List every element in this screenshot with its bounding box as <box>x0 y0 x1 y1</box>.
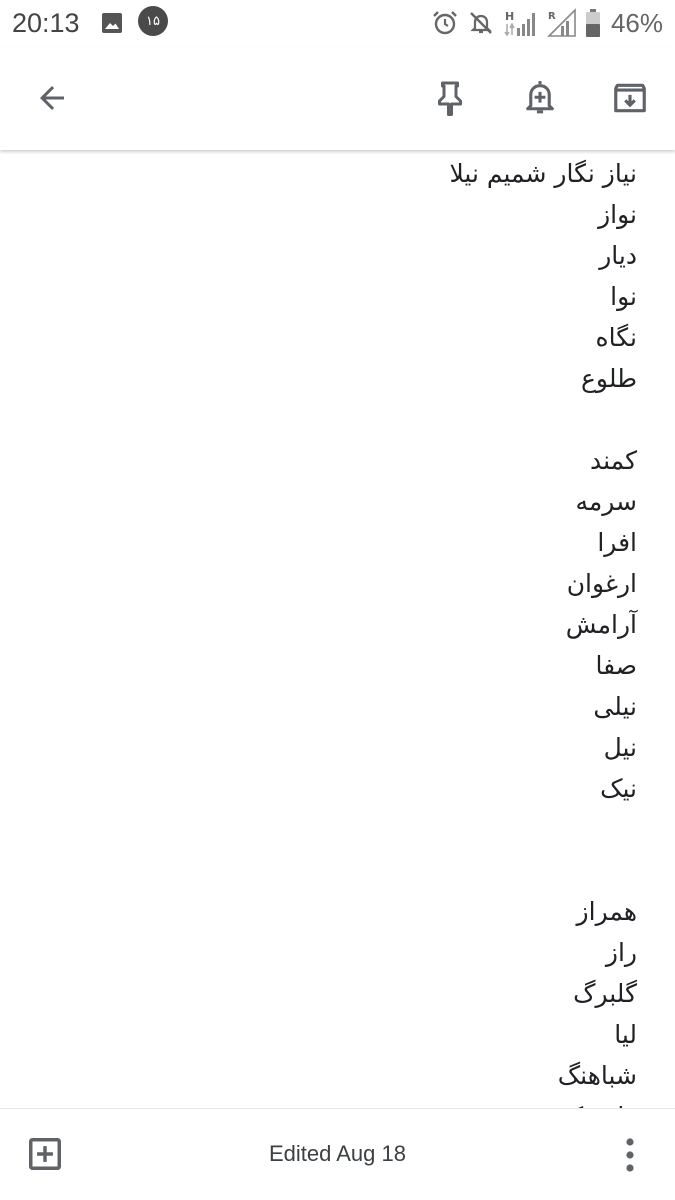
archive-icon <box>614 83 646 113</box>
note-line[interactable]: کمند <box>37 440 637 481</box>
note-content-area[interactable]: نیاز نگار شمیم نیلا نواز دیار نوا نگاه طلوع کم… <box>0 150 675 1108</box>
note-line[interactable]: نیل <box>37 727 637 768</box>
note-line[interactable]: گلبرگ <box>37 973 637 1014</box>
edited-timestamp: Edited Aug 18 <box>268 1141 406 1166</box>
notifications-off-icon <box>470 12 492 34</box>
note-line[interactable]: ارغوان <box>37 563 637 604</box>
reminder-icon <box>526 81 554 114</box>
arrow-back-icon <box>40 86 64 110</box>
note-line[interactable]: نیک <box>37 768 637 809</box>
svg-text:R: R <box>548 11 556 22</box>
note-line[interactable]: طلوع <box>37 358 637 399</box>
note-line[interactable]: نواز <box>37 194 637 235</box>
note-line[interactable]: آرامش <box>37 604 637 645</box>
alarm-icon <box>433 11 457 35</box>
signal-r-icon: R <box>547 8 576 37</box>
back-button[interactable] <box>28 74 76 122</box>
reminder-button[interactable] <box>516 74 564 122</box>
more-vert-icon <box>626 1138 634 1172</box>
note-line[interactable]: نوا <box>37 276 637 317</box>
app-bar <box>0 48 675 150</box>
note-line[interactable]: نیلی <box>37 686 637 727</box>
more-options-button[interactable] <box>612 1133 648 1177</box>
battery-icon <box>585 9 600 37</box>
note-line[interactable]: سرمه <box>37 481 637 522</box>
bottom-bar: Edited Aug 18 <box>0 1108 675 1200</box>
note-line[interactable]: نیاز نگار شمیم نیلا <box>37 153 638 194</box>
note-line[interactable]: نگاه <box>37 317 637 358</box>
note-line[interactable]: دیار <box>37 235 637 276</box>
note-blank-line[interactable] <box>37 399 637 440</box>
note-blank-line[interactable] <box>37 809 637 850</box>
svg-text:H: H <box>505 10 514 23</box>
note-blank-line[interactable] <box>37 850 637 891</box>
note-line[interactable]: لیا <box>37 1014 637 1055</box>
battery-percentage: 46% <box>610 7 663 38</box>
note-text[interactable]: نیاز نگار شمیم نیلا نواز دیار نوا نگاه طلوع کم… <box>37 153 638 1108</box>
signal-h-icon: H <box>504 10 535 37</box>
note-line[interactable]: صفا <box>37 645 638 686</box>
status-bar: 20:13 ۱۵ H R 46% <box>0 0 675 48</box>
archive-button[interactable] <box>606 74 654 122</box>
pin-icon <box>438 81 462 116</box>
image-icon <box>102 13 122 33</box>
pin-button[interactable] <box>426 74 474 122</box>
note-line[interactable]: قاصدک <box>37 1096 637 1108</box>
status-time: 20:13 <box>12 8 80 38</box>
note-line[interactable]: افرا <box>37 522 637 563</box>
note-line[interactable]: راز <box>37 932 637 973</box>
notification-count-badge: ۱۵ <box>138 6 168 36</box>
note-line[interactable]: همراز <box>37 891 637 932</box>
note-line[interactable]: شباهنگ <box>37 1055 637 1096</box>
